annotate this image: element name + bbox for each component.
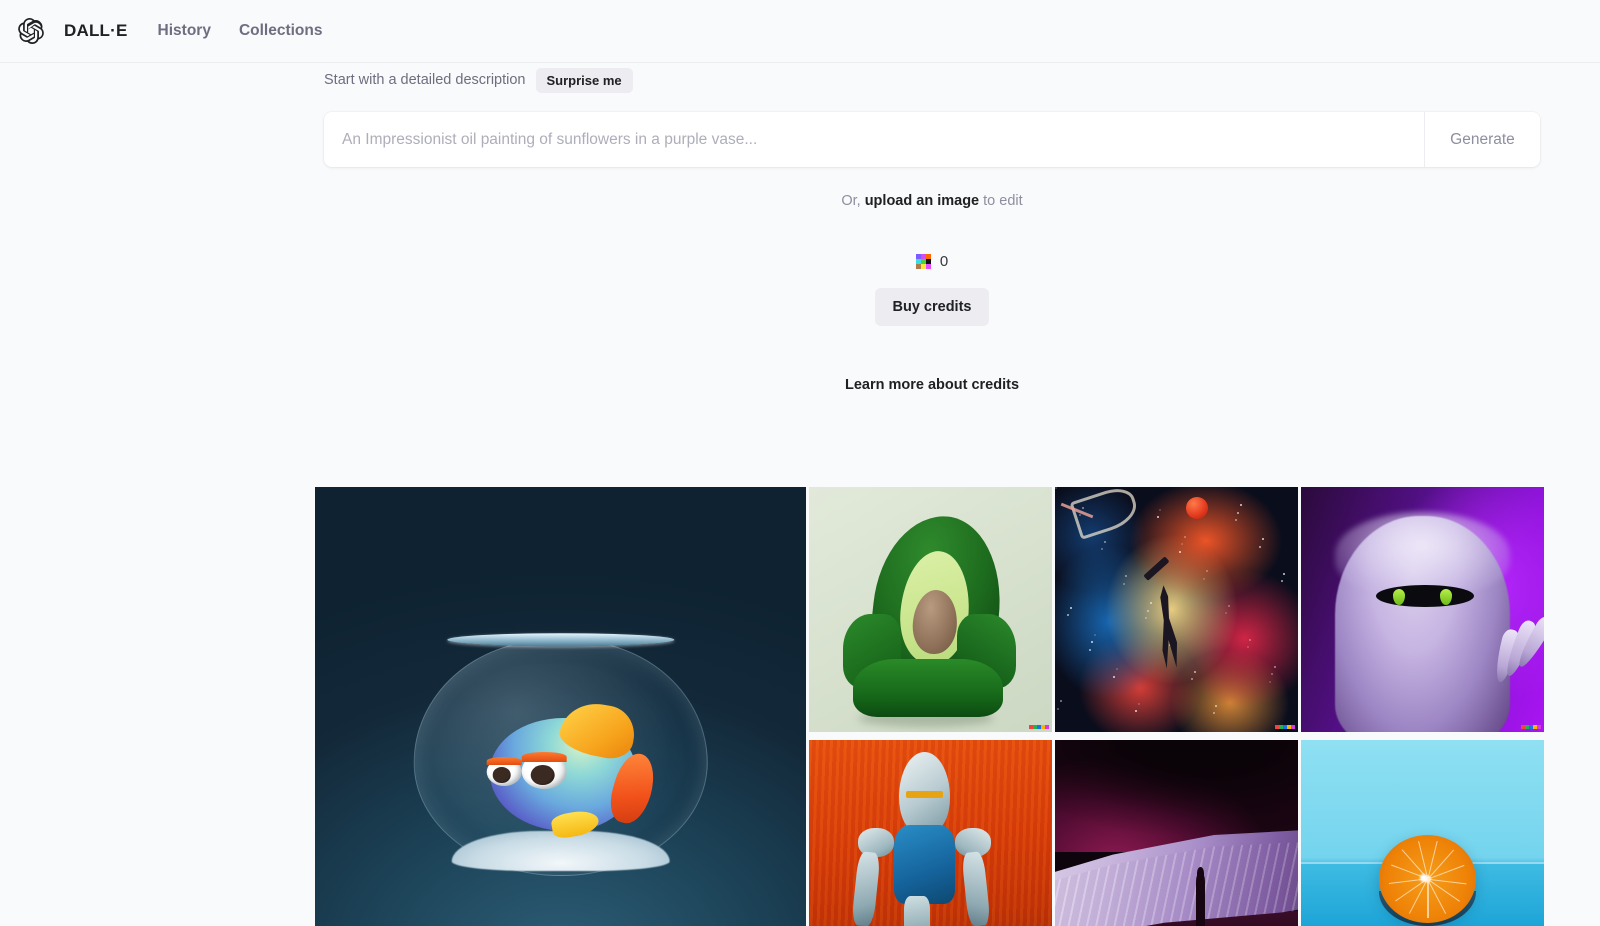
buy-credits-button[interactable]: Buy credits [874, 288, 990, 326]
credits-row: 0 [324, 253, 1540, 270]
upload-image-link[interactable]: upload an image [865, 193, 979, 209]
gallery-tile-avocado-armchair[interactable] [809, 487, 1052, 732]
artwork-purple-fluffy-monster [1301, 487, 1544, 732]
artwork-fish-in-bowl [315, 487, 806, 926]
main-content: Start with a detailed description Surpri… [0, 63, 1600, 926]
nav-link-collections[interactable]: Collections [239, 22, 323, 40]
artwork-dune-silhouette [1055, 739, 1298, 926]
openai-logo-icon[interactable] [14, 14, 48, 48]
upload-hint-suffix: to edit [979, 193, 1023, 209]
artwork-orange-slice [1301, 739, 1544, 926]
credits-grid-icon [915, 254, 931, 269]
gallery-tile-basketball-cosmos[interactable] [1055, 487, 1298, 732]
artwork-basketball-cosmos [1055, 487, 1298, 732]
gallery-column-right [809, 487, 1544, 926]
prompt-input[interactable] [324, 112, 1424, 167]
gallery-tile-orange-slice[interactable] [1301, 739, 1544, 926]
app-brand-title: DALL·E [64, 21, 128, 40]
prompt-input-row: Generate [324, 112, 1540, 167]
artwork-avocado-armchair [809, 487, 1052, 732]
gallery-tile-robot-painting[interactable] [809, 739, 1052, 926]
prompt-label-row: Start with a detailed description Surpri… [324, 65, 1540, 95]
upload-hint-prefix: Or, [841, 193, 865, 209]
gallery-column-left [315, 487, 806, 926]
generate-button[interactable]: Generate [1424, 112, 1540, 167]
surprise-me-button[interactable]: Surprise me [535, 67, 633, 93]
dalle-watermark [1029, 725, 1049, 729]
image-gallery [315, 487, 1544, 926]
gallery-tile-purple-fluffy-monster[interactable] [1301, 487, 1544, 732]
gallery-tile-fish-in-bowl[interactable] [315, 487, 806, 926]
learn-more-row: Learn more about credits [324, 376, 1540, 394]
buy-credits-row: Buy credits [324, 288, 1540, 326]
prompt-label: Start with a detailed description [324, 71, 526, 88]
gallery-tile-dune-silhouette[interactable] [1055, 739, 1298, 926]
app-header: DALL·E History Collections [0, 0, 1600, 63]
learn-more-about-credits-link[interactable]: Learn more about credits [845, 377, 1019, 393]
artwork-robot-painting [809, 739, 1052, 926]
dalle-watermark [1275, 725, 1295, 729]
dalle-watermark [1521, 725, 1541, 729]
upload-hint: Or, upload an image to edit [324, 193, 1540, 209]
credit-count: 0 [939, 253, 949, 270]
nav-link-history[interactable]: History [158, 22, 211, 40]
prompt-area: Start with a detailed description Surpri… [324, 63, 1540, 394]
